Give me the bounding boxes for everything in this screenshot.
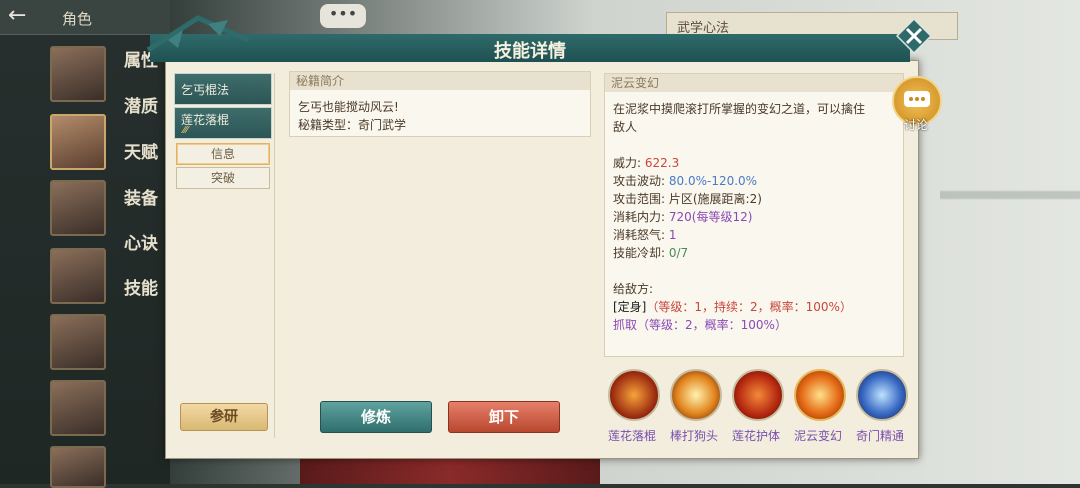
skill-list: 乞丐棍法 莲花落棍 ⁄⁄⁄ 信息 突破 — [174, 73, 275, 438]
stat-key: 消耗内力: — [613, 210, 666, 224]
unequip-button[interactable]: 卸下 — [448, 401, 560, 433]
skill-label: 奇门精通 — [855, 429, 904, 443]
stat-row: 攻击范围: 片区(施展距离:2) — [613, 190, 762, 207]
tab-potential[interactable]: 潜质 — [124, 92, 158, 117]
stat-row: 攻击波动: 80.0%-120.0% — [613, 172, 757, 189]
enemy-effects-label: 给敌方: — [613, 282, 654, 296]
stat-value: 80.0%-120.0% — [668, 174, 758, 188]
stat-value: 1 — [668, 228, 677, 242]
avatar[interactable] — [50, 446, 106, 488]
skill-tab-label: 乞丐棍法 — [181, 83, 230, 97]
skill-name-header: 泥云变幻 — [605, 74, 903, 92]
skill-label: 莲花落棍 — [607, 429, 656, 443]
skill-label: 泥云变幻 — [793, 429, 842, 443]
bamboo-decoration-icon — [146, 15, 250, 53]
mystic-mastery-skill-icon[interactable] — [856, 369, 908, 421]
skill-tab-beggar-staff[interactable]: 乞丐棍法 — [174, 73, 272, 105]
skill-tab-lotus-staff[interactable]: 莲花落棍 ⁄⁄⁄ — [174, 107, 272, 139]
skill-detail-modal: 乞丐棍法 莲花落棍 ⁄⁄⁄ 信息 突破 参研 秘籍简介 乞丐也能搅动风云! 秘籍… — [165, 60, 919, 459]
skill-detail-panel: 泥云变幻 在泥浆中摸爬滚打所掌握的变幻之道，可以擒住 敌人 威力: 622.3 … — [604, 73, 904, 357]
modal-title: 技能详情 — [494, 41, 566, 62]
chat-icon[interactable]: ••• — [320, 4, 366, 28]
role-title: 角色 — [62, 10, 93, 28]
avatar[interactable] — [50, 114, 106, 170]
avatar[interactable] — [50, 380, 106, 436]
upgrade-marks-icon: ⁄⁄⁄ — [183, 125, 189, 136]
stat-value: 622.3 — [644, 156, 680, 170]
intro-text: 乞丐也能搅动风云! — [298, 100, 399, 114]
tab-skills[interactable]: 技能 — [124, 274, 158, 299]
stat-key: 消耗怒气: — [613, 228, 666, 242]
tab-breakthrough[interactable]: 突破 — [176, 167, 270, 189]
stat-value: 片区(施展距离:2) — [668, 192, 762, 206]
intro-type: 秘籍类型：奇门武学 — [298, 118, 407, 132]
stat-row: 技能冷却: 0/7 — [613, 244, 688, 261]
tab-info[interactable]: 信息 — [176, 143, 270, 165]
stat-key: 威力: — [613, 156, 642, 170]
skill-label: 莲花护体 — [731, 429, 780, 443]
avatar[interactable] — [50, 314, 106, 370]
stat-row: 消耗怒气: 1 — [613, 226, 677, 243]
tab-equipment[interactable]: 装备 — [124, 184, 158, 209]
pavilion-scenery — [940, 130, 1080, 330]
stat-row: 威力: 622.3 — [613, 154, 679, 171]
avatar[interactable] — [50, 180, 106, 236]
back-arrow-icon[interactable]: ← — [8, 5, 48, 29]
skill-description: 在泥浆中摸爬滚打所掌握的变幻之道，可以擒住 — [613, 102, 866, 116]
lotus-staff-skill-icon[interactable] — [608, 369, 660, 421]
effect-name: [定身] — [613, 300, 647, 314]
character-figure — [300, 455, 600, 484]
lotus-guard-skill-icon[interactable] — [732, 369, 784, 421]
stat-value: 0/7 — [668, 246, 689, 260]
avatar[interactable] — [50, 46, 106, 102]
stat-key: 攻击范围: — [613, 192, 666, 206]
dog-beating-skill-icon[interactable] — [670, 369, 722, 421]
tab-heart-formula[interactable]: 心诀 — [124, 229, 158, 254]
skill-description: 敌人 — [613, 120, 638, 134]
stat-value: 720(每等级12) — [668, 210, 753, 224]
effect-detail: （等级：1，持续：2，概率：100%） — [646, 300, 852, 314]
practice-button[interactable]: 修炼 — [320, 401, 432, 433]
stat-row: 消耗内力: 720(每等级12) — [613, 208, 752, 225]
effect-row: [定身]（等级：1，持续：2，概率：100%） — [613, 298, 852, 315]
intro-panel: 秘籍简介 乞丐也能搅动风云! 秘籍类型：奇门武学 — [289, 71, 591, 137]
tab-talent[interactable]: 天赋 — [124, 138, 158, 163]
skill-label: 棒打狗头 — [669, 429, 718, 443]
close-icon[interactable] — [894, 16, 934, 56]
mud-cloud-skill-icon[interactable] — [794, 369, 846, 421]
avatar[interactable] — [50, 248, 106, 304]
stat-key: 攻击波动: — [613, 174, 666, 188]
intro-header: 秘籍简介 — [290, 72, 590, 90]
stat-key: 技能冷却: — [613, 246, 666, 260]
research-button[interactable]: 参研 — [180, 403, 268, 431]
discuss-label[interactable]: 讨论 — [904, 116, 928, 133]
skill-tab-label: 莲花落棍 — [181, 113, 230, 127]
modal-header: 技能详情 — [150, 34, 910, 62]
effect-row: 抓取（等级：2，概率：100%） — [613, 318, 787, 332]
